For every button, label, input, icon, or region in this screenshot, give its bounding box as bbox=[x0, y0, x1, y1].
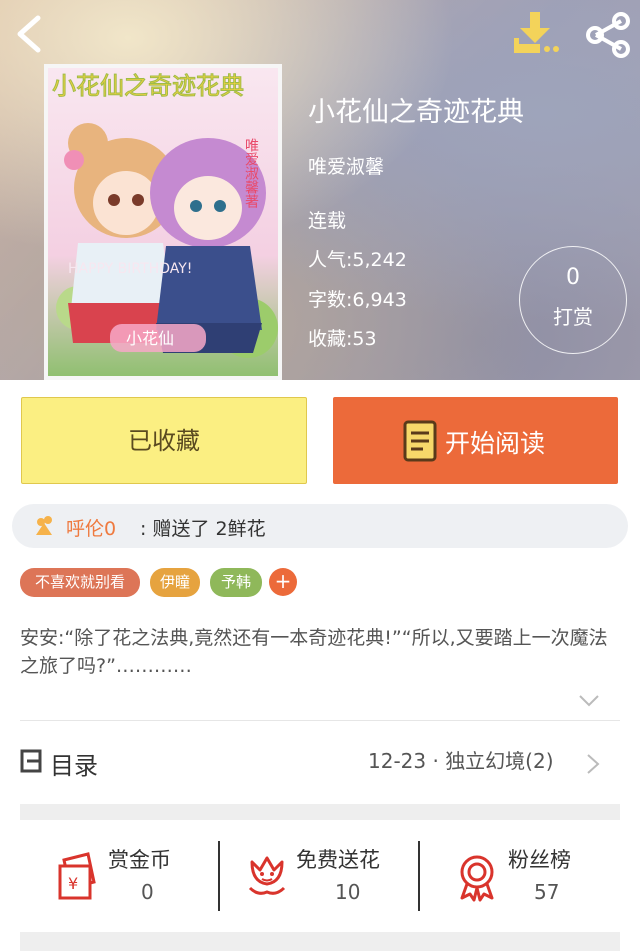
coin-reward-cell[interactable]: ¥ 赏金币 0 bbox=[40, 838, 218, 914]
fan-ranking-cell[interactable]: 粉丝榜 57 bbox=[420, 838, 620, 914]
start-reading-button[interactable]: 开始阅读 bbox=[333, 397, 618, 484]
tag-item[interactable]: 不喜欢就别看 bbox=[20, 568, 140, 597]
catalog-label[interactable]: 目录 bbox=[50, 746, 98, 781]
book-cover-image[interactable]: 小花仙之奇迹花典 HAPPY BIRTHDAY! 唯爱淑馨著 小花仙 bbox=[44, 64, 282, 380]
stat-value: 10 bbox=[335, 880, 361, 904]
word-count: 字数:6,943 bbox=[308, 289, 407, 311]
stat-name: 免费送花 bbox=[296, 848, 380, 872]
tag-item[interactable]: 予韩 bbox=[210, 568, 262, 597]
book-intro: 安安:“除了花之法典,竟然还有一本奇迹花典!”“所以,又要踏上一次魔法之旅了吗?… bbox=[20, 627, 608, 677]
chevron-left-icon[interactable] bbox=[8, 12, 52, 56]
section-separator bbox=[20, 932, 620, 951]
share-icon[interactable] bbox=[584, 12, 632, 58]
stat-name: 赏金币 bbox=[108, 848, 171, 872]
cover-banner-text: HAPPY BIRTHDAY! bbox=[68, 261, 192, 277]
stat-value: 57 bbox=[534, 880, 560, 904]
book-header: 小花仙之奇迹花典 HAPPY BIRTHDAY! 唯爱淑馨著 小花仙 小花仙之奇… bbox=[0, 0, 640, 380]
popularity-count: 人气:5,242 bbox=[308, 249, 407, 271]
red-envelope-icon: ¥ bbox=[58, 852, 96, 900]
divider bbox=[218, 841, 220, 911]
chevron-right-icon[interactable] bbox=[586, 753, 600, 775]
book-author[interactable]: 唯爱淑馨 bbox=[308, 152, 384, 179]
catalog-icon bbox=[20, 749, 42, 773]
tag-item[interactable]: 伊瞳 bbox=[150, 568, 200, 597]
svg-text:¥: ¥ bbox=[68, 874, 78, 893]
cover-side-text: 唯爱淑馨著 bbox=[243, 138, 259, 208]
favorited-button[interactable]: 已收藏 bbox=[21, 397, 307, 484]
gift-sender[interactable]: 呼伦0 bbox=[66, 514, 116, 541]
chevron-down-icon[interactable] bbox=[578, 694, 600, 708]
divider bbox=[20, 720, 620, 721]
award-ribbon-icon bbox=[460, 855, 494, 902]
favorite-count: 收藏:53 bbox=[308, 328, 377, 350]
reward-count: 0 bbox=[566, 265, 580, 290]
flower-bouquet-icon bbox=[36, 516, 52, 535]
free-flower-cell[interactable]: 免费送花 10 bbox=[222, 838, 418, 914]
serial-status: 连载 bbox=[308, 210, 347, 232]
stat-name: 粉丝榜 bbox=[508, 848, 571, 872]
stat-value: 0 bbox=[141, 880, 154, 904]
gift-notice[interactable]: 呼伦0 : 赠送了 2鲜花 bbox=[12, 504, 628, 548]
download-icon[interactable] bbox=[510, 10, 562, 58]
section-separator bbox=[20, 804, 620, 820]
cover-title-art: 小花仙之奇迹花典 bbox=[52, 72, 244, 100]
gift-message: : 赠送了 2鲜花 bbox=[140, 518, 266, 540]
flower-icon bbox=[248, 856, 286, 895]
start-reading-label: 开始阅读 bbox=[445, 429, 546, 458]
cover-logo-text: 小花仙 bbox=[126, 329, 174, 348]
book-icon bbox=[403, 420, 437, 462]
latest-chapter[interactable]: 12-23 · 独立幻境(2) bbox=[368, 745, 554, 774]
add-tag-button[interactable]: + bbox=[269, 568, 297, 596]
book-title: 小花仙之奇迹花典 bbox=[308, 97, 524, 128]
reward-button[interactable]: 0 打赏 bbox=[519, 246, 627, 354]
reward-label: 打赏 bbox=[553, 305, 593, 329]
